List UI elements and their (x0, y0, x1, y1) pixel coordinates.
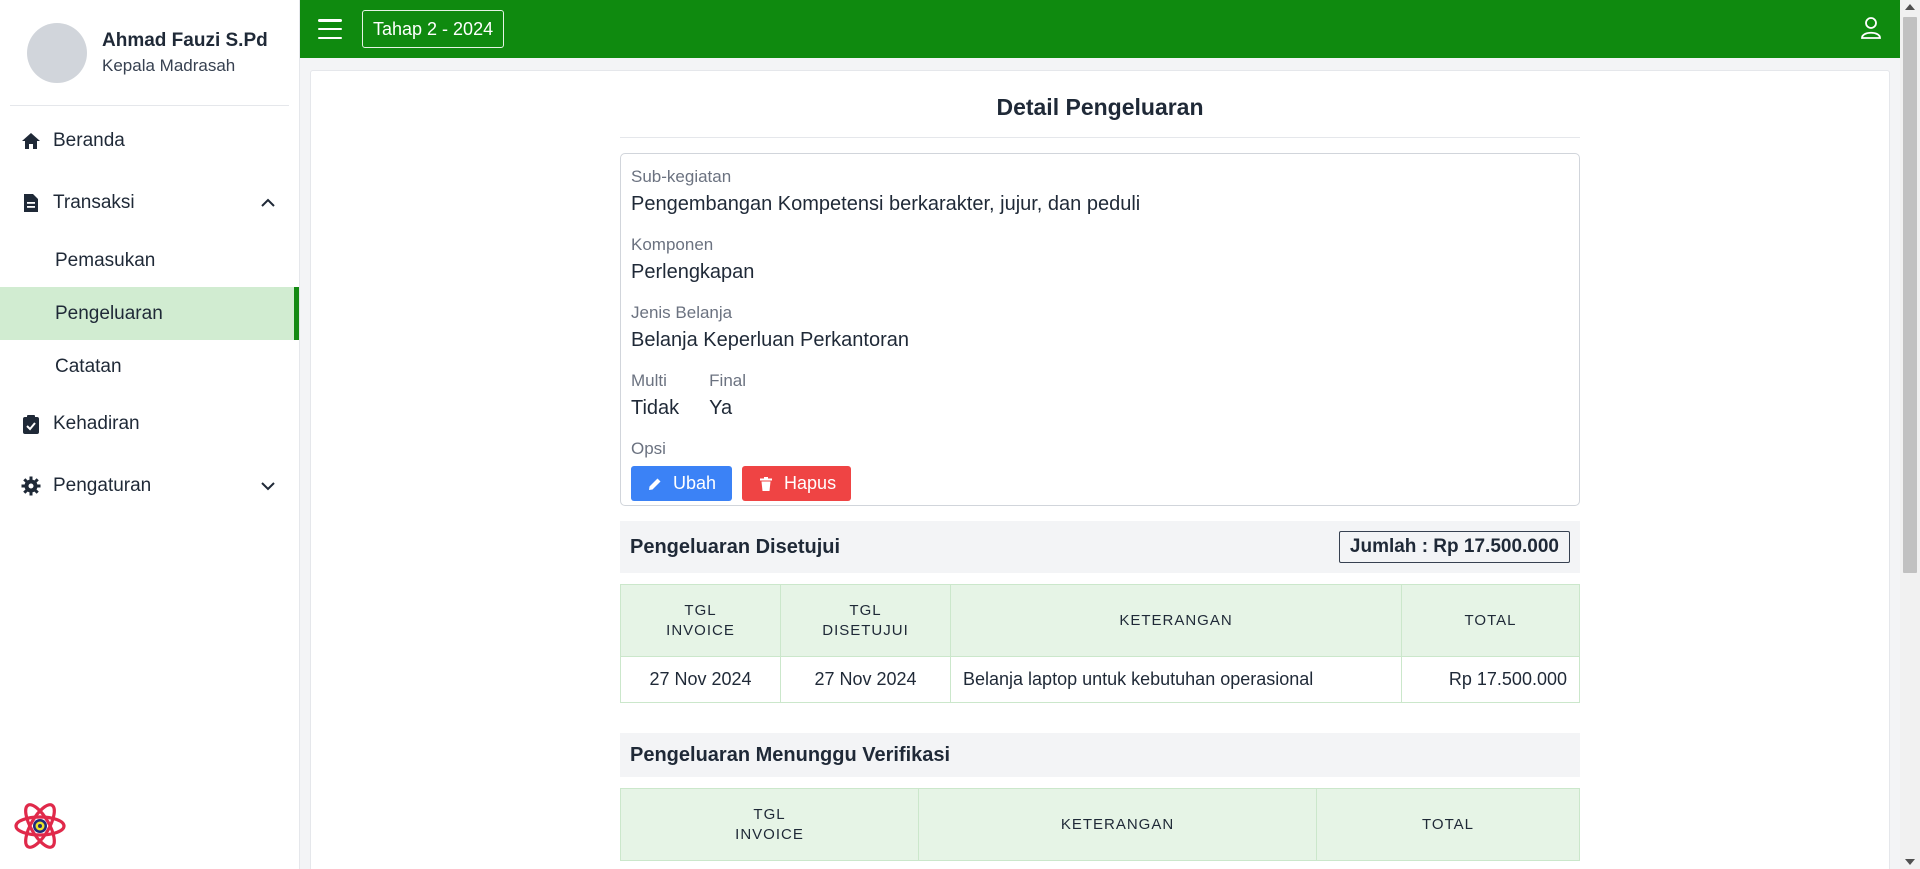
approved-total-badge: Jumlah : Rp 17.500.000 (1338, 531, 1570, 563)
profile-role: Kepala Madrasah (102, 55, 236, 75)
column-header-total: TOTAL (1401, 584, 1580, 657)
sidebar: Ahmad Fauzi S.Pd Kepala Madrasah Beranda… (0, 0, 300, 869)
column-header-total: TOTAL (1316, 788, 1580, 861)
pending-table: TGL INVOICE KETERANGAN TOTAL (620, 788, 1580, 861)
detail-box: Sub-kegiatan Pengembangan Kompetensi ber… (620, 153, 1580, 506)
delete-button-label: Hapus (784, 473, 837, 493)
final-label: Final (709, 371, 747, 390)
sidebar-item-label: Beranda (53, 130, 125, 151)
table-row: 27 Nov 2024 27 Nov 2024 Belanja laptop u… (620, 656, 1580, 703)
chevron-up-icon (261, 198, 275, 207)
opsi-label: Opsi (631, 439, 666, 458)
user-profile: Ahmad Fauzi S.Pd Kepala Madrasah (10, 0, 289, 106)
clipboard-check-icon (21, 414, 41, 434)
chevron-down-icon (261, 482, 275, 491)
sidebar-item-transaksi[interactable]: Transaksi (0, 172, 299, 234)
komponen-value: Perlengkapan (631, 261, 755, 283)
page-title: Detail Pengeluaran (620, 70, 1580, 138)
trash-icon (760, 476, 773, 491)
vertical-scrollbar[interactable] (1900, 0, 1920, 869)
sidebar-subitem-pengeluaran[interactable]: Pengeluaran (0, 287, 299, 340)
sidebar-item-beranda[interactable]: Beranda (0, 110, 299, 172)
sidebar-item-pengaturan[interactable]: Pengaturan (0, 455, 299, 517)
avatar (27, 22, 87, 83)
sidebar-subitem-pemasukan[interactable]: Pemasukan (0, 234, 299, 287)
multi-label: Multi (631, 371, 667, 390)
pending-section-title: Pengeluaran Menunggu Verifikasi (630, 743, 951, 766)
sidebar-menu: Beranda Transaksi Pemasukan Pengeluaran … (0, 110, 299, 517)
delete-button[interactable]: Hapus (742, 466, 852, 501)
cell-keterangan: Belanja laptop untuk kebutuhan operasion… (950, 656, 1402, 703)
final-value: Ya (709, 397, 733, 419)
gear-icon (21, 476, 41, 496)
react-logo-icon (14, 803, 66, 849)
jenis-belanja-label: Jenis Belanja (631, 303, 733, 322)
approved-table: TGL INVOICE TGL DISETUJUI KETERANGAN TOTAL… (620, 584, 1580, 703)
scrollbar-thumb[interactable] (1903, 17, 1917, 573)
komponen-label: Komponen (631, 235, 714, 254)
cell-tgl-invoice: 27 Nov 2024 (620, 656, 781, 703)
column-header-tgl-disetujui: TGL DISETUJUI (780, 584, 951, 657)
sidebar-subitem-catatan[interactable]: Catatan (0, 340, 299, 393)
edit-button[interactable]: Ubah (631, 466, 733, 501)
cell-tgl-disetujui: 27 Nov 2024 (780, 656, 951, 703)
edit-button-label: Ubah (673, 473, 717, 493)
column-header-keterangan: KETERANGAN (950, 584, 1402, 657)
topbar: Tahap 2 - 2024 (300, 0, 1900, 58)
approved-section-header: Pengeluaran Disetujui Jumlah : Rp 17.500… (620, 521, 1580, 573)
pending-section-header: Pengeluaran Menunggu Verifikasi (620, 733, 1580, 777)
multi-value: Tidak (631, 397, 680, 419)
sidebar-item-label: Pengaturan (53, 475, 152, 496)
approved-section-title: Pengeluaran Disetujui (630, 535, 841, 558)
subkegiatan-value: Pengembangan Kompetensi berkarakter, juj… (631, 193, 1141, 215)
scroll-up-arrow-icon[interactable] (1905, 4, 1915, 10)
cell-total: Rp 17.500.000 (1401, 656, 1580, 703)
pencil-icon (649, 478, 661, 490)
scroll-down-arrow-icon[interactable] (1905, 859, 1915, 865)
subkegiatan-label: Sub-kegiatan (631, 167, 732, 186)
menu-toggle-icon[interactable] (318, 19, 342, 39)
sidebar-item-label: Transaksi (53, 192, 135, 213)
user-icon[interactable] (1860, 16, 1882, 40)
document-icon (21, 193, 41, 213)
main-content: Detail Pengeluaran Sub-kegiatan Pengemba… (620, 70, 1580, 861)
jenis-belanja-value: Belanja Keperluan Perkantoran (631, 329, 909, 351)
column-header-keterangan: KETERANGAN (918, 788, 1317, 861)
profile-name: Ahmad Fauzi S.Pd (102, 29, 268, 51)
home-icon (21, 131, 41, 151)
period-selector[interactable]: Tahap 2 - 2024 (362, 10, 505, 48)
sidebar-item-label: Kehadiran (53, 413, 140, 434)
sidebar-item-kehadiran[interactable]: Kehadiran (0, 393, 299, 455)
column-header-tgl-invoice: TGL INVOICE (620, 584, 781, 657)
column-header-tgl-invoice: TGL INVOICE (620, 788, 919, 861)
